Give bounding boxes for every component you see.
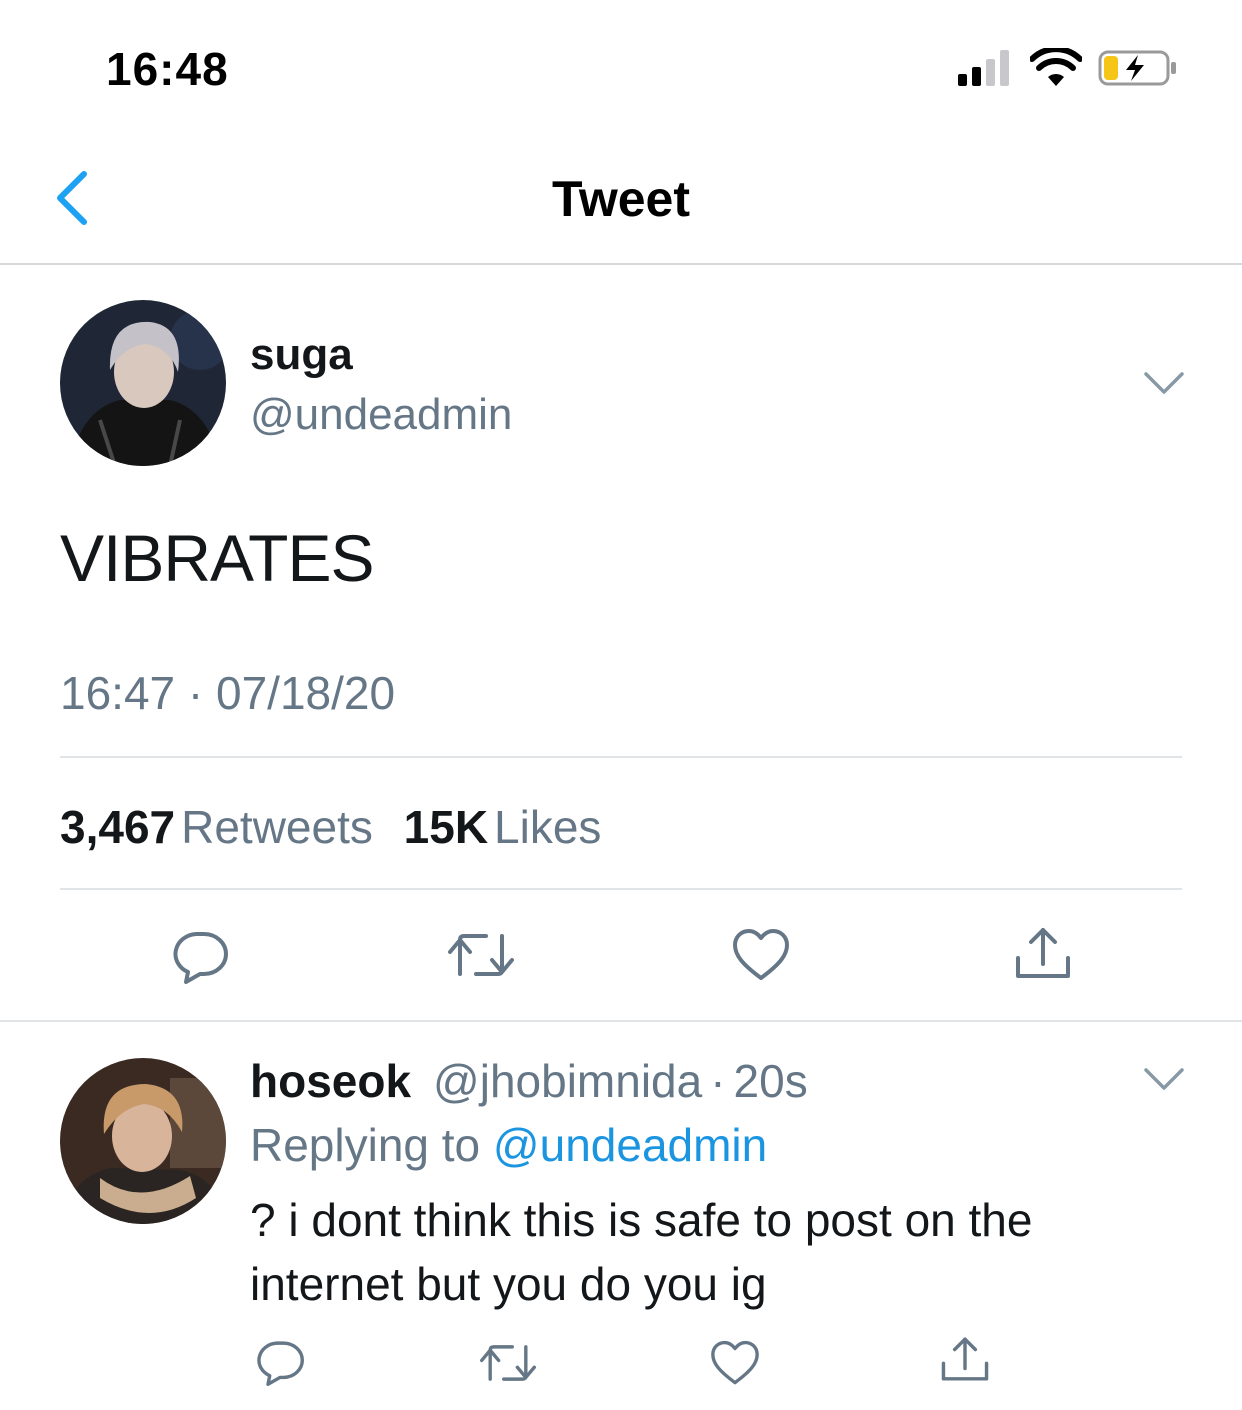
like-count[interactable]: 15K <box>404 801 488 853</box>
reply-handle[interactable]: @jhobimnida <box>433 1055 702 1107</box>
like-icon[interactable] <box>732 928 790 982</box>
divider <box>0 1020 1242 1022</box>
battery-charging-icon <box>1098 50 1176 86</box>
page-title: Tweet <box>552 171 690 227</box>
reply-text: ? i dont think this is safe to post on t… <box>250 1194 1033 1310</box>
replying-to: Replying to @undeadmin <box>250 1118 767 1172</box>
reply-icon[interactable] <box>172 928 228 984</box>
retweet-label[interactable]: Retweets <box>181 801 373 853</box>
reply-header: hoseok @jhobimnida · 20s <box>250 1054 808 1108</box>
retweet-icon[interactable] <box>448 928 514 982</box>
reply-separator: · <box>710 1055 726 1107</box>
tweet-timestamp[interactable]: 16:47 · 07/18/20 <box>60 666 395 720</box>
share-icon[interactable] <box>940 1334 990 1384</box>
reply-icon[interactable] <box>256 1338 304 1386</box>
replying-prefix: Replying to <box>250 1119 481 1171</box>
reply-display-name[interactable]: hoseok <box>250 1055 411 1107</box>
avatar-image <box>60 1058 226 1224</box>
replying-to-link[interactable]: @undeadmin <box>493 1119 767 1171</box>
tweet-text: VIBRATES <box>60 521 375 595</box>
status-time: 16:48 <box>106 43 229 95</box>
retweet-icon[interactable] <box>480 1340 536 1386</box>
chevron-down-icon[interactable] <box>1142 1064 1186 1094</box>
display-name[interactable]: suga <box>250 330 353 380</box>
reply-age[interactable]: 20s <box>734 1055 808 1107</box>
avatar-image <box>60 300 226 466</box>
divider <box>60 888 1182 890</box>
like-label[interactable]: Likes <box>494 801 601 853</box>
avatar[interactable] <box>60 1058 226 1224</box>
avatar[interactable] <box>60 300 226 466</box>
handle[interactable]: @undeadmin <box>250 390 512 440</box>
status-bar: 16:48 <box>0 0 1242 130</box>
retweet-count[interactable]: 3,467 <box>60 801 175 853</box>
tweet-stats: 3,467 Retweets 15K Likes <box>60 800 619 854</box>
divider <box>60 756 1182 758</box>
nav-bar: Tweet <box>0 130 1242 265</box>
chevron-down-icon[interactable] <box>1142 368 1186 398</box>
wifi-icon <box>1030 48 1082 86</box>
share-icon[interactable] <box>1014 924 1072 982</box>
like-icon[interactable] <box>710 1340 760 1386</box>
signal-bars-icon <box>958 50 1009 86</box>
